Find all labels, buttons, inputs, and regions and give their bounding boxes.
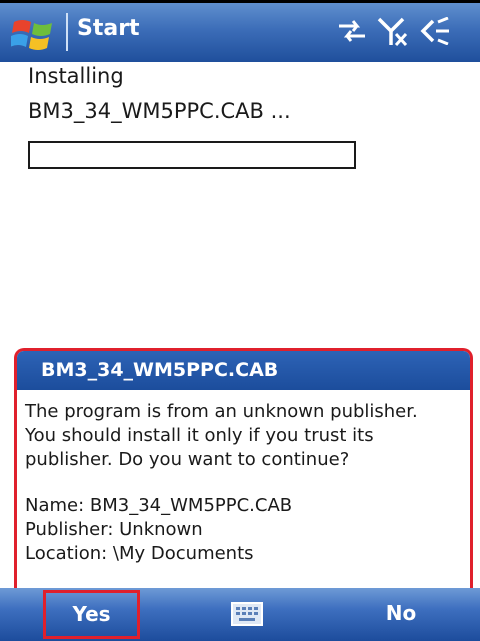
title-start[interactable]: Start [77, 16, 140, 41]
detail-location: Location: \My Documents [25, 543, 254, 564]
dialog-body: The program is from an unknown publisher… [17, 390, 470, 566]
yes-button[interactable]: Yes [43, 590, 140, 639]
connectivity-icon[interactable] [337, 17, 367, 45]
installing-label: Installing [28, 64, 124, 88]
windows-start-icon[interactable] [11, 12, 59, 52]
no-button[interactable]: No [356, 590, 446, 639]
speaker-icon[interactable] [418, 17, 452, 45]
dialog-message-line: The program is from an unknown publisher… [25, 401, 418, 422]
softkey-bar: Yes No [0, 588, 480, 641]
detail-publisher: Publisher: Unknown [25, 519, 203, 540]
dialog-message-line: publisher. Do you want to continue? [25, 449, 350, 470]
security-warning-dialog: BM3_34_WM5PPC.CAB The program is from an… [14, 348, 473, 588]
dialog-title: BM3_34_WM5PPC.CAB [17, 351, 470, 390]
install-progress-bar [28, 141, 356, 169]
installing-filename: BM3_34_WM5PPC.CAB ... [28, 99, 291, 123]
keyboard-icon[interactable] [231, 602, 263, 626]
dialog-message-line: You should install it only if you trust … [25, 425, 374, 446]
signal-off-icon[interactable] [377, 17, 409, 47]
title-separator [66, 13, 68, 51]
detail-name: Name: BM3_34_WM5PPC.CAB [25, 495, 293, 516]
title-bar: Start [0, 0, 480, 62]
